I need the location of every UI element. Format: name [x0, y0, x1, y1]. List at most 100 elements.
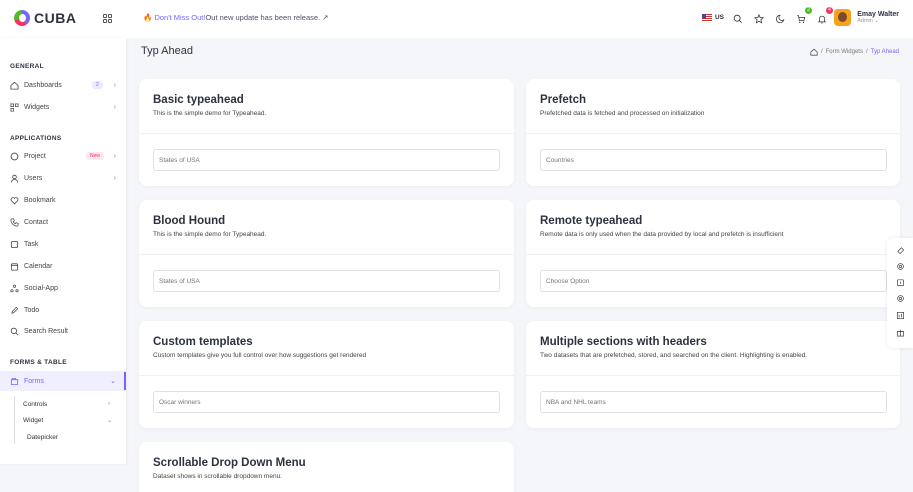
forms-icon [10, 377, 19, 385]
sidebar-item-users[interactable]: Users › [10, 171, 120, 185]
chevron-down-icon: ⌄ [874, 18, 879, 24]
sidebar-item-project[interactable]: Project New › [10, 149, 120, 163]
brand-name: CUBA [34, 10, 77, 26]
project-badge: New [86, 152, 105, 160]
card-multiple-sections: Multiple sections with headers Two datas… [526, 321, 900, 428]
card-title: Blood Hound [153, 215, 226, 227]
sidebar-item-label: Calendar [24, 262, 53, 270]
sidebar-item-label: Project [24, 152, 46, 160]
breadcrumb-current: Typ Ahead [870, 49, 899, 55]
card-subtitle: Dataset shows in scrollable dropdown men… [153, 473, 282, 480]
heart-icon [10, 196, 19, 205]
widgets-icon [10, 103, 19, 111]
typeahead-input[interactable] [153, 391, 500, 413]
sidebar-item-widgets[interactable]: Widgets › [10, 100, 120, 114]
notice-text: Out new update has been release. [205, 13, 321, 22]
bell-icon[interactable]: 4 [817, 7, 833, 24]
update-notice: 🔥 Don't Miss Out!Out new update has been… [143, 13, 329, 22]
card-title: Custom templates [153, 336, 253, 348]
pencil-icon [11, 306, 19, 314]
submenu-line [14, 396, 15, 444]
phone-icon [10, 218, 19, 226]
submenu-item-datepicker[interactable]: Datepicker [27, 434, 58, 441]
sidebar-item-contact[interactable]: Contact [10, 215, 120, 229]
card-subtitle: Custom templates give you full control o… [153, 352, 367, 359]
settings-icon[interactable] [896, 294, 905, 303]
user-name: Emay Walter [857, 11, 899, 18]
typeahead-input[interactable] [540, 270, 887, 292]
user-role: Admin ⌄ [857, 18, 879, 24]
fire-icon: 🔥 [143, 13, 153, 22]
brand-logo[interactable]: CUBA [14, 10, 76, 26]
external-link-icon[interactable]: ↗ [322, 13, 328, 22]
chart-icon[interactable] [896, 311, 905, 320]
header-icons: US 2 4 [701, 7, 833, 24]
sidebar-item-forms[interactable]: Forms ⌄ [10, 374, 120, 388]
sidebar-item-label: Contact [24, 218, 49, 226]
sidebar-item-todo[interactable]: Todo [10, 303, 120, 317]
sidebar: GENERAL Dashboards 2 › Widgets › APPLICA… [0, 38, 126, 464]
chevron-down-icon: ⌄ [107, 417, 113, 424]
sidebar-item-search-result[interactable]: Search Result [10, 324, 120, 338]
task-icon [10, 240, 19, 248]
typeahead-input[interactable] [153, 270, 500, 292]
sidebar-item-social-app[interactable]: Social-App [10, 281, 120, 295]
chevron-down-icon: ⌄ [110, 378, 116, 385]
user-profile[interactable]: Emay Walter Admin ⌄ [834, 9, 899, 26]
sidebar-item-dashboards[interactable]: Dashboards 2 › [10, 78, 120, 92]
page-title: Typ Ahead [141, 45, 193, 57]
cart-badge: 2 [805, 7, 812, 14]
star-icon[interactable] [753, 11, 766, 24]
home-icon [10, 81, 19, 90]
gear-icon[interactable] [896, 262, 905, 271]
card-title: Multiple sections with headers [540, 336, 707, 348]
card-title: Scrollable Drop Down Menu [153, 457, 306, 469]
notice-link[interactable]: Don't Miss Out! [154, 13, 205, 22]
grid-icon[interactable] [103, 14, 112, 23]
typeahead-input[interactable] [153, 149, 500, 171]
sidebar-item-label: Task [24, 240, 39, 248]
gift-icon[interactable] [896, 328, 905, 337]
card-title: Basic typeahead [153, 94, 244, 106]
card-title: Remote typeahead [540, 215, 643, 227]
card-subtitle: Prefetched data is fetched and processed… [540, 110, 705, 117]
chevron-right-icon: › [113, 152, 116, 160]
home-icon[interactable] [810, 48, 818, 56]
language-selector[interactable]: US [701, 13, 724, 21]
social-icon [10, 284, 19, 292]
sidebar-item-calendar[interactable]: Calendar [10, 259, 120, 273]
card-basic-typeahead: Basic typeahead This is the simple demo … [139, 79, 514, 186]
project-icon [10, 152, 19, 160]
card-custom-templates: Custom templates Custom templates give y… [139, 321, 514, 428]
typeahead-input[interactable] [540, 149, 887, 171]
cart-icon[interactable]: 2 [796, 7, 812, 23]
language-label: US [714, 13, 724, 21]
sidebar-item-label: Users [24, 174, 43, 182]
card-remote-typeahead: Remote typeahead Remote data is only use… [526, 200, 900, 307]
box-icon[interactable] [896, 278, 905, 287]
card-subtitle: This is the simple demo for Typeahead. [153, 110, 267, 117]
chevron-right-icon: › [108, 400, 111, 407]
notification-badge: 4 [826, 7, 833, 14]
submenu-item-controls[interactable]: Controls [23, 401, 47, 408]
sidebar-item-task[interactable]: Task [10, 237, 120, 251]
card-prefetch: Prefetch Prefetched data is fetched and … [526, 79, 900, 186]
us-flag-icon [701, 13, 712, 21]
logo-icon [14, 10, 30, 26]
card-subtitle: Remote data is only used when the data p… [540, 231, 784, 238]
paint-icon[interactable] [896, 246, 905, 255]
search-icon[interactable] [733, 11, 745, 24]
moon-icon[interactable] [775, 11, 787, 24]
breadcrumb-item[interactable]: Form Widgets [826, 49, 863, 55]
section-forms-table: FORMS & TABLE [10, 359, 67, 366]
submenu-item-widget[interactable]: Widget [23, 417, 43, 424]
chevron-right-icon: › [113, 103, 116, 111]
sidebar-item-label: Dashboards [24, 81, 62, 89]
section-general: GENERAL [10, 63, 44, 70]
dashboards-badge: 2 [92, 81, 103, 89]
breadcrumb: / Form Widgets / Typ Ahead [810, 48, 899, 56]
chevron-right-icon: › [113, 174, 116, 182]
sidebar-item-bookmark[interactable]: Bookmark [10, 193, 120, 207]
typeahead-input[interactable] [540, 391, 887, 413]
card-title: Prefetch [540, 94, 587, 106]
